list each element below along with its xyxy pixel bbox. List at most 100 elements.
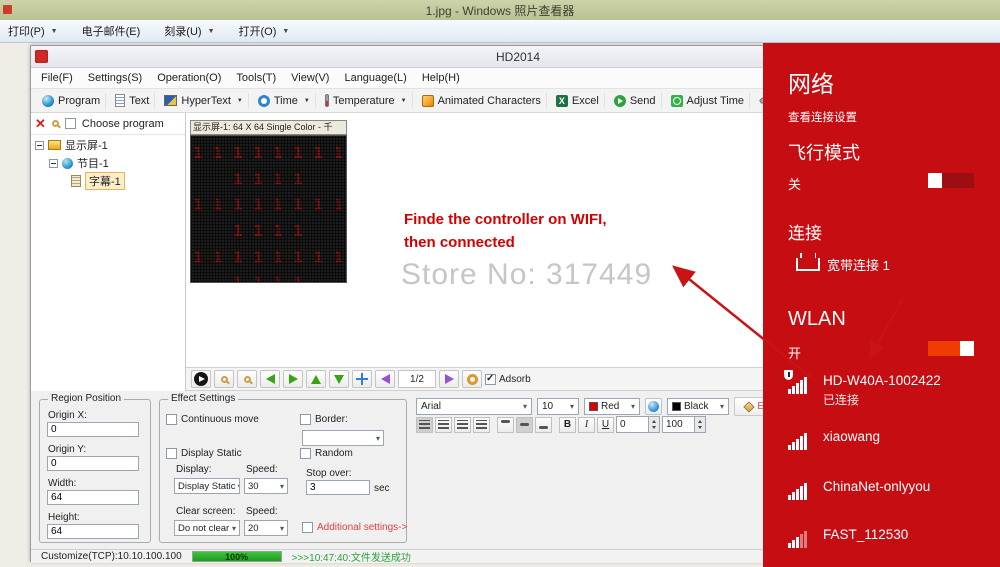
font-family-select[interactable]: Arial (416, 398, 532, 415)
program-button[interactable]: Program (37, 92, 107, 109)
align-right-button[interactable] (454, 416, 471, 433)
move-up-button[interactable] (306, 370, 326, 388)
red-swatch (589, 402, 598, 411)
wifi-network-fast[interactable]: FAST_112530 (823, 527, 908, 542)
wlan-toggle[interactable] (928, 341, 974, 356)
hypertext-button[interactable]: HyperText (159, 92, 249, 109)
origin-x-input[interactable] (47, 422, 139, 437)
subtitle-doc-icon (71, 175, 81, 187)
tree-item-screen[interactable]: 显示屏-1 (31, 137, 185, 153)
spacing-stepper[interactable]: 0 (616, 416, 660, 433)
wifi-signal-icon (788, 483, 812, 500)
random-checkbox[interactable] (300, 448, 311, 459)
stepper-arrows[interactable] (648, 417, 659, 432)
display-static-checkbox[interactable] (166, 448, 177, 459)
display-mode-select[interactable]: Display Static (174, 478, 240, 494)
width-input[interactable] (47, 490, 139, 505)
menu-file[interactable]: File(F) (41, 72, 73, 84)
charset-button[interactable] (645, 398, 662, 415)
border-checkbox[interactable] (300, 414, 311, 425)
text-icon (115, 94, 126, 107)
tree-item-subtitle[interactable]: 字幕-1 (31, 172, 185, 190)
border-style-select[interactable] (302, 430, 384, 446)
menu-tools[interactable]: Tools(T) (236, 72, 276, 84)
broadband-connection-item[interactable]: 宽带连接 1 (827, 255, 890, 274)
collapse-icon[interactable] (35, 140, 44, 150)
valign-bottom-icon (538, 420, 549, 429)
clear-screen-select[interactable]: Do not clear (174, 520, 240, 536)
bold-button[interactable]: B (559, 416, 576, 433)
menu-email[interactable]: 电子邮件(E) (82, 23, 141, 39)
excel-button[interactable]: Excel (551, 92, 605, 109)
menu-view[interactable]: View(V) (291, 72, 329, 84)
origin-y-input[interactable] (47, 456, 139, 471)
next-page-button[interactable] (439, 370, 459, 388)
align-center-button[interactable] (435, 416, 452, 433)
stop-over-input[interactable] (306, 480, 370, 495)
delete-icon[interactable]: ✕ (35, 117, 46, 130)
continuous-move-checkbox-row[interactable]: Continuous move (166, 414, 259, 425)
wifi-network-chinanet[interactable]: ChinaNet-onlyyou (823, 479, 930, 494)
menu-language[interactable]: Language(L) (344, 72, 406, 84)
wifi-connected-status: 已连接 (823, 393, 860, 407)
thermometer-icon (324, 94, 329, 107)
valign-bottom-button[interactable] (535, 416, 552, 433)
prev-page-button[interactable] (375, 370, 395, 388)
font-color-select[interactable]: Red (584, 398, 640, 415)
move-down-button[interactable] (329, 370, 349, 388)
play-button[interactable] (191, 370, 211, 388)
background-color-select[interactable]: Black (667, 398, 729, 415)
menu-operation[interactable]: Operation(O) (157, 72, 221, 84)
animated-characters-button[interactable]: Animated Characters (417, 92, 547, 109)
font-size-select[interactable]: 10 (537, 398, 579, 415)
zoom-in-button[interactable] (214, 370, 234, 388)
additional-settings-checkbox[interactable] (302, 522, 313, 533)
italic-button[interactable]: I (578, 416, 595, 433)
valign-top-button[interactable] (497, 416, 514, 433)
additional-settings-row[interactable]: Additional settings-> (302, 522, 407, 533)
zoom-out-button[interactable] (237, 370, 257, 388)
stepper-arrows[interactable] (694, 417, 705, 432)
choose-program-checkbox[interactable] (64, 118, 76, 129)
adsorb-checkbox[interactable] (485, 373, 496, 385)
display-static-checkbox-row[interactable]: Display Static (166, 448, 242, 459)
send-button[interactable]: Send (609, 92, 662, 109)
led-screen-preview[interactable]: 显示屏-1: 64 X 64 Single Color - 千 1 1 1 1 … (190, 120, 347, 283)
font-toolbar-row1: Arial 10 Red Black Edit (416, 397, 786, 416)
align-justify-button[interactable] (473, 416, 490, 433)
broadband-router-icon (796, 253, 820, 271)
underline-button[interactable]: U (597, 416, 614, 433)
tree-item-program[interactable]: 节目-1 (31, 155, 185, 171)
continuous-move-checkbox[interactable] (166, 414, 177, 425)
move-right-button[interactable] (283, 370, 303, 388)
wifi-network-hd-w40a[interactable]: HD-W40A-1002422 (823, 373, 941, 388)
move-left-button[interactable] (260, 370, 280, 388)
collapse-icon[interactable] (49, 158, 58, 168)
temperature-button[interactable]: Temperature (320, 92, 413, 109)
menu-print[interactable]: 打印(P) ▼ (8, 23, 58, 39)
text-button[interactable]: Text (110, 92, 156, 109)
wifi-network-xiaowang[interactable]: xiaowang (823, 429, 880, 444)
view-connection-settings-link[interactable]: 查看连接设置 (788, 109, 857, 125)
speed2-select[interactable]: 20 (244, 520, 288, 536)
height-input[interactable] (47, 524, 139, 539)
airplane-mode-toggle[interactable] (928, 173, 974, 188)
move-center-button[interactable] (352, 370, 372, 388)
menu-settings[interactable]: Settings(S) (88, 72, 142, 84)
random-checkbox-row[interactable]: Random (300, 448, 353, 459)
target-icon (466, 373, 478, 385)
target-button[interactable] (462, 370, 482, 388)
photo-viewer-app-icon (3, 5, 12, 14)
border-checkbox-row[interactable]: Border: (300, 414, 348, 425)
menu-help[interactable]: Help(H) (422, 72, 460, 84)
align-left-button[interactable] (416, 416, 433, 433)
menu-burn[interactable]: 刻录(U) ▼ (164, 23, 214, 39)
percent-stepper[interactable]: 100 (662, 416, 706, 433)
tree-toolbar: ✕ Choose program (31, 113, 185, 135)
menu-open[interactable]: 打开(O) ▼ (239, 23, 290, 39)
valign-middle-button[interactable] (516, 416, 533, 433)
time-button[interactable]: Time (253, 92, 316, 109)
adjust-time-button[interactable]: Adjust Time (666, 92, 750, 109)
speed1-select[interactable]: 30 (244, 478, 288, 494)
search-icon[interactable] (51, 120, 59, 127)
